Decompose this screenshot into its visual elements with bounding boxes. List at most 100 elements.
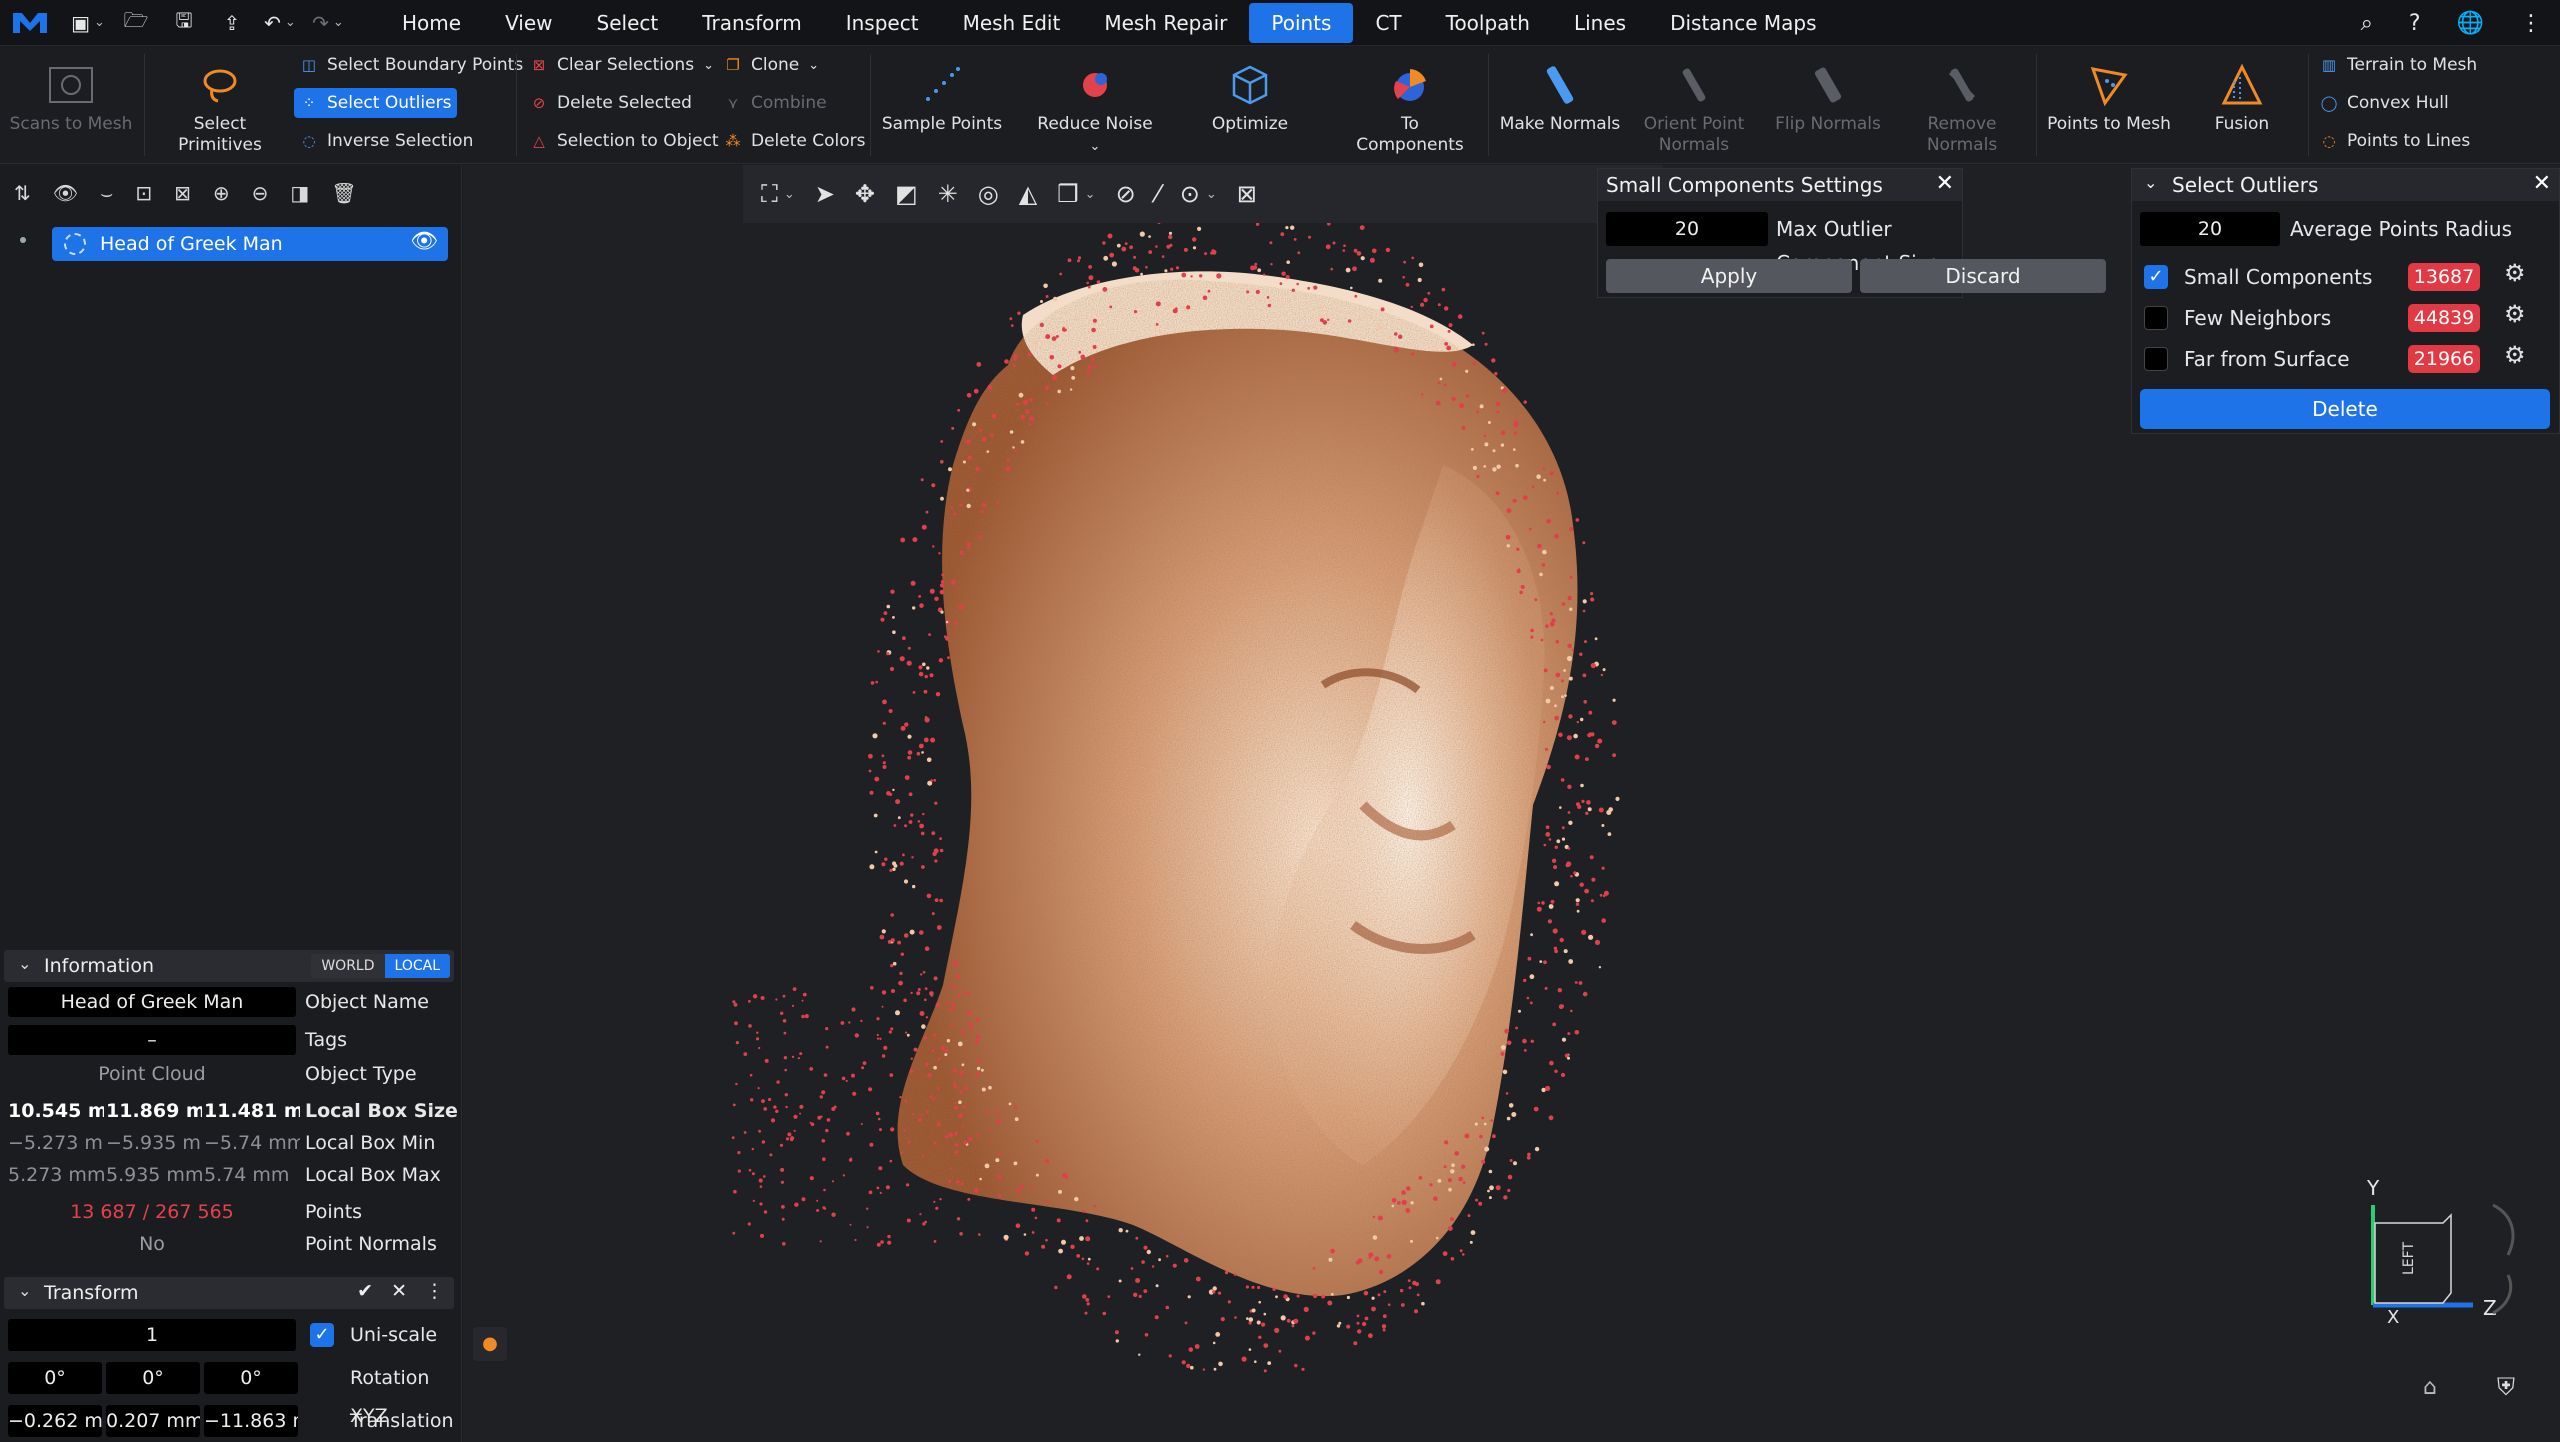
tab-mesh-edit[interactable]: Mesh Edit: [941, 3, 1083, 43]
3d-viewport[interactable]: ⛶ ⌄ ➤ ✥ ◩ ✳ ◎ ◭ ❒ ⌄ ⊘ ⁄ ⊙ ⌄ ⊠ Small Compone…: [463, 165, 2560, 1442]
rotation-z-input[interactable]: 0°: [204, 1362, 298, 1394]
few-neighbors-checkbox[interactable]: [2144, 306, 2168, 330]
sample-points-button[interactable]: Sample Points: [880, 60, 1004, 135]
chevron-down-icon[interactable]: ⌄: [2144, 173, 2157, 192]
export-icon[interactable]: ⇪: [210, 6, 254, 40]
search-icon[interactable]: ⌕: [2361, 11, 2373, 36]
close-icon[interactable]: ✕: [1936, 171, 1954, 196]
close-toolbar-icon[interactable]: ⊠: [1237, 180, 1257, 208]
rotation-y-input[interactable]: 0°: [106, 1362, 200, 1394]
help-icon[interactable]: ?: [2409, 11, 2421, 36]
remove-normals-button[interactable]: Remove Normals: [1900, 60, 2024, 156]
transform-section-header[interactable]: ⌄ Transform ✔ ✕ ⋮: [4, 1277, 454, 1309]
far-from-surface-checkbox[interactable]: [2144, 347, 2168, 371]
tab-lines[interactable]: Lines: [1552, 3, 1648, 43]
delete-selected-button[interactable]: ⊘ Delete Selected: [524, 88, 698, 118]
make-normals-button[interactable]: Make Normals: [1498, 60, 1622, 135]
translation-x-input[interactable]: −0.262 mm: [8, 1405, 102, 1437]
visibility-eye-icon[interactable]: 👁: [410, 229, 438, 254]
select-boundary-points-button[interactable]: ◫ Select Boundary Points: [294, 50, 529, 80]
few-neighbors-gear-icon[interactable]: ⚙: [2504, 300, 2526, 328]
show-all-icon[interactable]: 👁: [53, 181, 78, 205]
view-cube[interactable]: LEFT Y X Z: [2343, 1165, 2543, 1395]
max-outlier-size-input[interactable]: 20: [1606, 212, 1768, 246]
clear-selections-button[interactable]: ⊠ Clear Selections ⌄: [524, 50, 720, 80]
undo-icon[interactable]: ↶ ⌄: [258, 6, 302, 40]
orient-point-normals-button[interactable]: Orient Point Normals: [1632, 60, 1756, 156]
convex-hull-button[interactable]: ◯ Convex Hull: [2314, 88, 2455, 118]
measure-icon[interactable]: ◎: [978, 180, 999, 208]
tab-mesh-repair[interactable]: Mesh Repair: [1082, 3, 1249, 43]
delete-colors-button[interactable]: ⁂ Delete Colors: [718, 126, 872, 156]
tab-transform[interactable]: Transform: [680, 3, 823, 43]
chevron-down-icon[interactable]: ⌄: [784, 187, 795, 202]
optimize-button[interactable]: Optimize: [1190, 60, 1310, 135]
select-all-icon[interactable]: ⊡: [135, 181, 152, 205]
app-logo-icon[interactable]: [0, 0, 60, 46]
tab-ct[interactable]: CT: [1353, 3, 1423, 43]
local-toggle[interactable]: LOCAL: [384, 954, 450, 978]
camera-icon[interactable]: ◭: [1019, 180, 1037, 208]
move-down-icon[interactable]: ⊖: [252, 181, 269, 205]
terrain-to-mesh-button[interactable]: ▥ Terrain to Mesh: [2314, 50, 2483, 80]
fusion-button[interactable]: Fusion: [2184, 60, 2300, 135]
average-radius-input[interactable]: 20: [2140, 212, 2280, 246]
select-outliers-button[interactable]: ⁘ Select Outliers: [294, 88, 458, 118]
rotation-x-input[interactable]: 0°: [8, 1362, 102, 1394]
tags-input[interactable]: –: [8, 1025, 296, 1055]
delete-outliers-button[interactable]: Delete: [2140, 389, 2550, 429]
reduce-noise-button[interactable]: Reduce Noise ⌄: [1030, 60, 1160, 157]
flip-normals-button[interactable]: Flip Normals: [1766, 60, 1890, 135]
tab-toolpath[interactable]: Toolpath: [1424, 3, 1552, 43]
more-menu-icon[interactable]: ⋮: [2520, 11, 2542, 36]
to-components-button[interactable]: To Components: [1340, 60, 1480, 156]
inverse-selection-button[interactable]: ◌ Inverse Selection: [294, 126, 479, 156]
brush-icon[interactable]: ⁄: [1156, 180, 1160, 208]
tab-distance-maps[interactable]: Distance Maps: [1648, 3, 1838, 43]
chevron-down-icon[interactable]: ⌄: [1206, 187, 1217, 202]
clone-button[interactable]: ❐ Clone ⌄: [718, 50, 825, 80]
points-to-mesh-button[interactable]: Points to Mesh: [2044, 60, 2174, 135]
apply-check-icon[interactable]: ✔: [357, 1280, 373, 1302]
tree-expander-dot[interactable]: [20, 237, 26, 243]
view-mode-icon[interactable]: ❒: [1057, 180, 1079, 208]
tab-inspect[interactable]: Inspect: [824, 3, 941, 43]
apply-button[interactable]: Apply: [1606, 259, 1852, 293]
uniscale-checkbox[interactable]: ✓: [310, 1323, 334, 1347]
tab-select[interactable]: Select: [575, 3, 681, 43]
select-primitives-button[interactable]: Select Primitives: [160, 60, 280, 156]
chevron-down-icon[interactable]: ⌄: [1085, 187, 1096, 202]
rotate-cw-icon[interactable]: [2492, 1203, 2515, 1256]
small-components-gear-icon[interactable]: ⚙: [2504, 259, 2526, 287]
sort-az-icon[interactable]: ⇅: [14, 181, 31, 205]
scans-to-mesh-button[interactable]: Scans to Mesh: [8, 60, 134, 135]
status-indicator-icon[interactable]: ●: [473, 1327, 507, 1361]
scene-tree-item[interactable]: Head of Greek Man 👁: [52, 227, 448, 261]
edit-shape-icon[interactable]: ◩: [895, 180, 918, 208]
home-view-icon[interactable]: ⌂: [2423, 1375, 2437, 1400]
reset-x-icon[interactable]: ✕: [391, 1280, 407, 1302]
more-options-icon[interactable]: ⋮: [425, 1280, 444, 1302]
tab-home[interactable]: Home: [380, 3, 483, 43]
fit-view-icon[interactable]: ⛶: [761, 180, 778, 208]
redo-icon[interactable]: ↷ ⌄: [306, 6, 350, 40]
save-icon[interactable]: 🖫: [162, 6, 206, 40]
scale-input[interactable]: 1: [8, 1319, 296, 1351]
tab-view[interactable]: View: [483, 3, 574, 43]
clip-plane-icon[interactable]: ⊘: [1116, 180, 1136, 208]
lasso-select-icon[interactable]: ⊙: [1180, 180, 1200, 208]
open-folder-icon[interactable]: 🗁: [114, 6, 158, 40]
small-components-checkbox[interactable]: ✓: [2144, 265, 2168, 289]
combine-button[interactable]: ⋎ Combine: [718, 88, 833, 118]
shield-icon[interactable]: ⛨: [2497, 1373, 2515, 1401]
explode-icon[interactable]: ✳: [938, 180, 958, 208]
deselect-all-icon[interactable]: ⊠: [174, 181, 191, 205]
select-cursor-icon[interactable]: ➤: [815, 180, 835, 208]
tab-points[interactable]: Points: [1249, 2, 1354, 43]
language-globe-icon[interactable]: 🌐: [2457, 11, 2484, 36]
far-from-surface-gear-icon[interactable]: ⚙: [2504, 341, 2526, 369]
new-scene-icon[interactable]: ▣ ⌄: [66, 6, 110, 40]
selection-to-object-button[interactable]: △ Selection to Object: [524, 126, 725, 156]
move-icon[interactable]: ✥: [855, 180, 875, 208]
object-name-input[interactable]: Head of Greek Man: [8, 987, 296, 1017]
